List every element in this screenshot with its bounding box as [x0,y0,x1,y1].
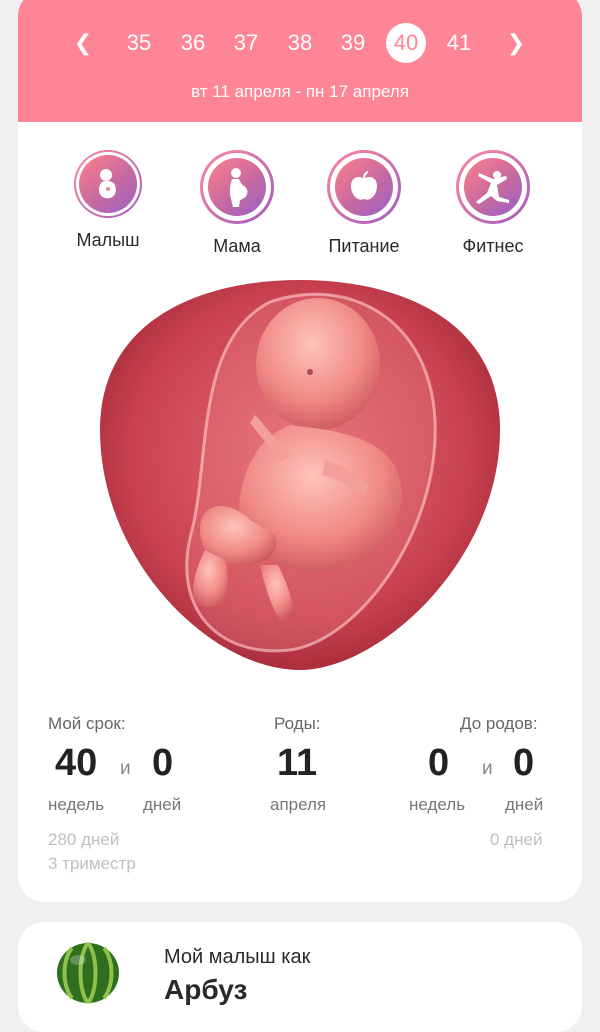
term-weeks-unit: недель [48,795,105,814]
week-37[interactable]: 37 [226,23,266,63]
watermelon-icon [54,940,122,1011]
category-label-mother: Мама [213,236,261,256]
until-and: и [482,758,493,779]
baby-size-card[interactable]: Мой малыш как Арбуз [18,922,582,1032]
prev-week-arrow-icon[interactable]: ❮ [63,23,103,63]
until-weeks-value: 0 [428,742,450,784]
until-total-days: 0 дней [490,830,543,849]
week-40-selected[interactable]: 40 [386,23,426,63]
category-label-nutrition: Питание [328,236,400,256]
until-days-unit: дней [505,795,544,814]
term-total-days: 280 дней [48,830,120,849]
category-label-fitness: Фитнес [462,236,524,256]
term-and: и [120,758,131,779]
term-trimester: 3 триместр [48,854,136,873]
week-39[interactable]: 39 [333,23,373,63]
apple-icon [335,158,393,216]
category-baby[interactable]: Малыш [43,150,173,251]
until-days-value: 0 [513,742,535,784]
category-label-baby: Малыш [76,230,140,250]
baby-size-subtitle: Мой малыш как [164,946,311,968]
until-weeks-unit: недель [409,795,466,814]
week-36[interactable]: 36 [173,23,213,63]
birth-day-value: 11 [277,742,318,784]
birth-month: апреля [270,795,327,814]
baby-icon [79,155,137,213]
week-35[interactable]: 35 [119,23,159,63]
fitness-icon [464,158,522,216]
category-mother[interactable]: Мама [172,150,302,257]
date-range: вт 11 апреля - пн 17 апреля [191,82,409,101]
fetus-illustration [100,280,500,680]
birth-label: Роды: [274,714,321,733]
term-days-unit: дней [143,795,182,814]
term-label: Мой срок: [48,714,126,733]
week-38[interactable]: 38 [280,23,320,63]
next-week-arrow-icon[interactable]: ❯ [496,23,536,63]
baby-size-fruit-name: Арбуз [164,974,248,1005]
term-days-value: 0 [152,742,174,784]
week-41[interactable]: 41 [439,23,479,63]
week-selector-header: ❮ 35 36 37 38 39 40 41 ❯ вт 11 апреля - … [18,0,582,122]
category-fitness[interactable]: Фитнес [428,150,558,257]
pregnant-woman-icon [208,158,266,216]
term-weeks-value: 40 [55,742,98,784]
until-birth-label: До родов: [460,714,538,733]
week-info-card: ❮ 35 36 37 38 39 40 41 ❯ вт 11 апреля - … [18,0,582,902]
category-nutrition[interactable]: Питание [299,150,429,257]
